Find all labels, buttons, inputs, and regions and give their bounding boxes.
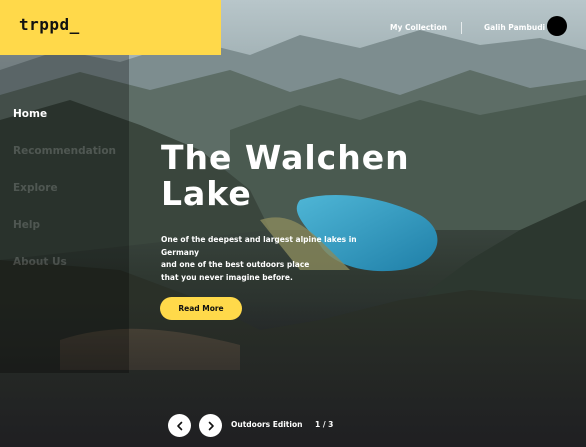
carousel-prev-button[interactable]	[168, 414, 191, 437]
hero-description: One of the deepest and largest alpine la…	[161, 234, 386, 284]
sidebar-item-explore[interactable]: Explore	[13, 182, 116, 219]
chevron-left-icon	[176, 421, 182, 430]
logo-box[interactable]: trppd_	[0, 0, 221, 55]
page-indicator: 1 / 3	[315, 420, 334, 429]
sidebar-nav: Home Recommendation Explore Help About U…	[13, 108, 116, 293]
hero-title-line-2: Lake	[161, 174, 252, 213]
user-name[interactable]: Galih Pambudi	[484, 23, 545, 32]
edition-label: Outdoors Edition	[231, 420, 303, 429]
read-more-button[interactable]: Read More	[160, 297, 242, 320]
hero-title-line-1: The Walchen	[161, 138, 410, 177]
hero-description-line-2: and one of the best outdoors place	[161, 260, 310, 269]
hero-description-line-3: that you never imagine before.	[161, 272, 293, 282]
user-avatar-icon[interactable]	[547, 16, 567, 36]
hero-title: The Walchen Lake	[161, 140, 421, 212]
header-divider	[461, 22, 462, 34]
sidebar-item-help[interactable]: Help	[13, 219, 116, 256]
chevron-right-icon	[208, 421, 214, 430]
logo-text: trppd_	[19, 15, 80, 34]
app-frame: trppd_ Home Recommendation Explore Help …	[0, 0, 586, 447]
hero-description-line-1: One of the deepest and largest alpine la…	[161, 235, 357, 257]
my-collection-link[interactable]: My Collection	[390, 23, 447, 32]
sidebar-item-about-us[interactable]: About Us	[13, 256, 116, 293]
sidebar-item-recommendation[interactable]: Recommendation	[13, 145, 116, 182]
carousel-next-button[interactable]	[199, 414, 222, 437]
sidebar-item-home[interactable]: Home	[13, 108, 116, 145]
